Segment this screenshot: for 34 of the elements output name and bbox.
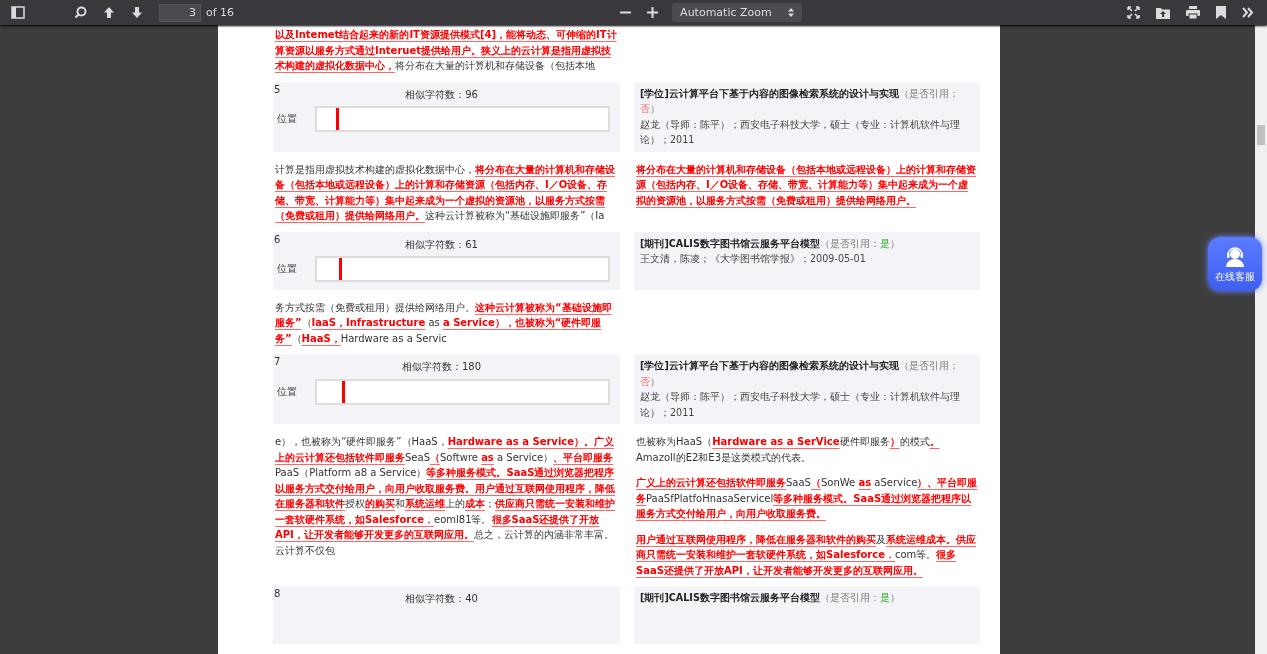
- source-title: [学位]云计算平台下基于内容的图像检索系统的设计与实现（是否引用： 否）: [640, 86, 960, 116]
- position-label: 位置: [276, 384, 298, 399]
- source-title: [学位]云计算平台下基于内容的图像检索系统的设计与实现（是否引用： 否）: [640, 359, 960, 389]
- source-paragraph: 将分布在大量的计算机和存储设备（包括本地或远程设备）上的计算和存储资源（包括内存、I／O设备、存储、带宽、计算能力等）集中起来成为一个虚拟的资源池，以服务方式按需（免费或租用）提供给网络用户。: [636, 162, 977, 208]
- match-number: 7: [274, 355, 281, 369]
- match-number: 5: [274, 82, 281, 97]
- scrollbar-thumb[interactable]: [1257, 125, 1265, 145]
- similar-count: 相似字符数：61: [405, 238, 478, 250]
- page-count: of 16: [206, 6, 235, 19]
- source-details: 赵龙（导师：陈平）；西安电子科技大学，硕士（专业：计算机软件与理论）；2011: [640, 117, 961, 147]
- position-label: 位置: [276, 262, 298, 277]
- source-title: [期刊]CALIS数字图书馆云服务平台模型（是否引用：是）: [640, 236, 901, 251]
- similar-count: 相似字符数：180: [401, 361, 482, 372]
- match-number: 8: [274, 587, 281, 601]
- document-paragraph: 计算是指用虚拟技术构建的虚拟化数据中心，将分布在大量的计算机和存储设备（包括本地或远程设备）上的计算和存储资源（包括内存、I／O设备、存储、带宽、计算能力等）集中起来成为一个虚拟的资源池，以服务方式按需（免费或租用）提供给网络用户。这种云计算被称为“基础设施即服务”（Ia: [275, 162, 616, 223]
- match-number: 6: [274, 232, 281, 247]
- similar-count: 相似字符数：40: [405, 593, 478, 604]
- document-paragraph: 务方式按需（免费或租用）提供给网络用户。这种云计算被称为“基础设施即服务”（IaaS，Infrastructure as a Service），也被称为“硬件即服务”（HaaS，Hardware as a Servic: [275, 300, 613, 346]
- document-paragraph: 以及Intemet结合起来的新的IT资源提供模式[4]，能将动态、可伸缩的IT计算资源以服务方式通过Interuet提供给用户。狭义上的云计算是指用虚拟技术构建的虚拟化数据中心，将分布在大量的计算机和存储设备（包括本地: [275, 28, 618, 73]
- similar-count: 相似字符数：96: [405, 88, 478, 100]
- page-number-field[interactable]: 3: [159, 3, 201, 22]
- source-paragraph: 也被称为HaaS（Hardware as a SerVice硬件即服务）的模式。 Amazoll的E2和E3是这类模式的代表。: [636, 435, 941, 465]
- source-details: 赵龙（导师：陈平）；西安电子科技大学，硕士（专业：计算机软件与理论）；2011: [640, 390, 961, 420]
- source-paragraph: 广义上的云计算还包括软件即服务SaaS（SonWe as aService）、平台即服务PaaSfPlatfoHnasaServicel等多种服务模式。SaaS通过浏览器把程序以服务方式交付给用户，向用户收取服务费。: [636, 476, 978, 521]
- headset-person-icon: [1224, 244, 1246, 267]
- document-paragraph: e），也被称为“硬件即服务”（HaaS，Hardware as a Service）。广义上的云计算还包括软件即服务SeaS（Softwre as a Service）、平台即服务 PaaS（Platform a8 a Service）等多种服务模式。SaaS通过浏览器把程序以服务方式交付给用户，向用户收取服务费。用户通过互联网使用程序，降低在服务器和软件授权的购买和系统运维上的成本；供应商只需统一安装和维护一套软硬件系统，如Salesforce．eoml81等。很多SaaS还提供了开放API，让开发者能够开发更多的互联网应用。总之，云计算的内涵非常丰富。云计算不仅包: [275, 435, 616, 558]
- source-paragraph: 用户通过互联网使用程序，降低在服务器和软件的购买及系统运维成本。供应商只需统一安装和维护一套软硬件系统，如Salesforce．com等。很多SaaS还提供了开放API，让开发者能够开发更多的互联网应用。: [636, 532, 977, 578]
- scrollbar[interactable]: [1255, 25, 1267, 654]
- source-title: [期刊]CALIS数字图书馆云服务平台模型（是否引用：是）: [640, 591, 901, 605]
- zoom-dropdown[interactable]: Automatic Zoom: [672, 3, 802, 22]
- customer-service-button[interactable]: 在线客服: [1208, 237, 1262, 291]
- position-label: 位置: [276, 112, 298, 127]
- dropdown-caret-icon: [787, 8, 794, 17]
- source-details: 王文清，陈凌；《大学图书馆学报》；2009-05-01: [640, 252, 867, 266]
